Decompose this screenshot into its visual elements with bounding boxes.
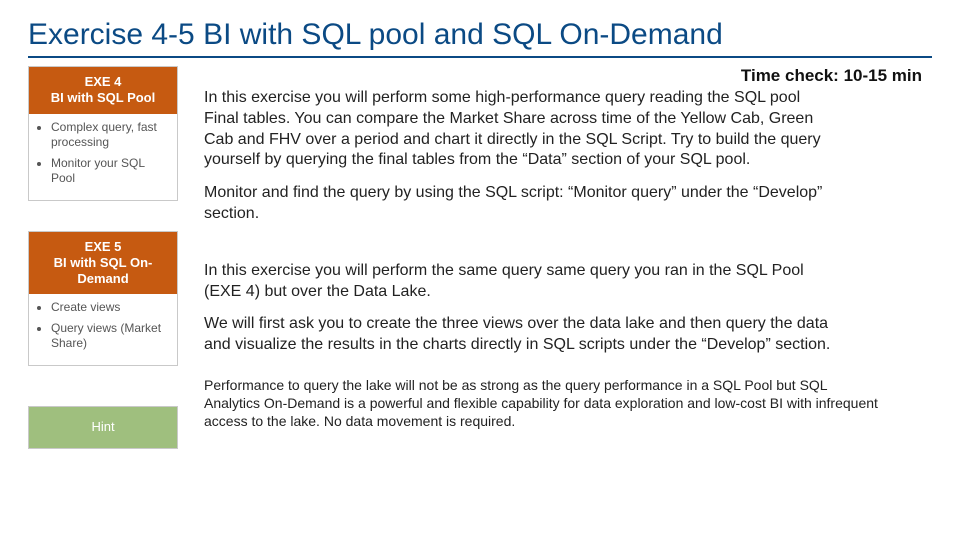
- card-exe4-line2: BI with SQL Pool: [35, 90, 171, 106]
- paragraph-exe5-intro: In this exercise you will perform the sa…: [204, 261, 834, 303]
- card-exe5: EXE 5 BI with SQL On-Demand Create views…: [28, 231, 178, 367]
- time-check: Time check: 10-15 min: [204, 66, 928, 86]
- list-item: Monitor your SQL Pool: [51, 156, 171, 186]
- paragraph-exe4-monitor: Monitor and find the query by using the …: [204, 183, 834, 225]
- card-hint: Hint: [28, 406, 178, 448]
- card-hint-head: Hint: [29, 407, 177, 447]
- spacer: [204, 237, 928, 261]
- card-exe5-line2: BI with SQL On-Demand: [35, 255, 171, 288]
- card-exe5-body: Create views Query views (Market Share): [29, 294, 177, 365]
- paragraph-exe4-intro: In this exercise you will perform some h…: [204, 88, 834, 171]
- slide-page: Exercise 4-5 BI with SQL pool and SQL On…: [0, 0, 960, 459]
- main-column: Time check: 10-15 min In this exercise y…: [204, 66, 932, 449]
- page-title: Exercise 4-5 BI with SQL pool and SQL On…: [28, 18, 932, 52]
- card-exe4-line1: EXE 4: [35, 74, 171, 90]
- spacer: [28, 370, 178, 402]
- content-row: EXE 4 BI with SQL Pool Complex query, fa…: [28, 66, 932, 449]
- card-exe4: EXE 4 BI with SQL Pool Complex query, fa…: [28, 66, 178, 201]
- paragraph-performance-note: Performance to query the lake will not b…: [204, 376, 884, 431]
- list-item: Query views (Market Share): [51, 321, 171, 351]
- list-item: Complex query, fast processing: [51, 120, 171, 150]
- spacer: [28, 205, 178, 227]
- paragraph-exe5-views: We will first ask you to create the thre…: [204, 314, 834, 356]
- card-exe5-head: EXE 5 BI with SQL On-Demand: [29, 232, 177, 295]
- card-exe5-line1: EXE 5: [35, 239, 171, 255]
- card-exe4-body: Complex query, fast processing Monitor y…: [29, 114, 177, 200]
- card-exe4-head: EXE 4 BI with SQL Pool: [29, 67, 177, 114]
- list-item: Create views: [51, 300, 171, 315]
- sidebar: EXE 4 BI with SQL Pool Complex query, fa…: [28, 66, 178, 449]
- title-underline: [28, 56, 932, 58]
